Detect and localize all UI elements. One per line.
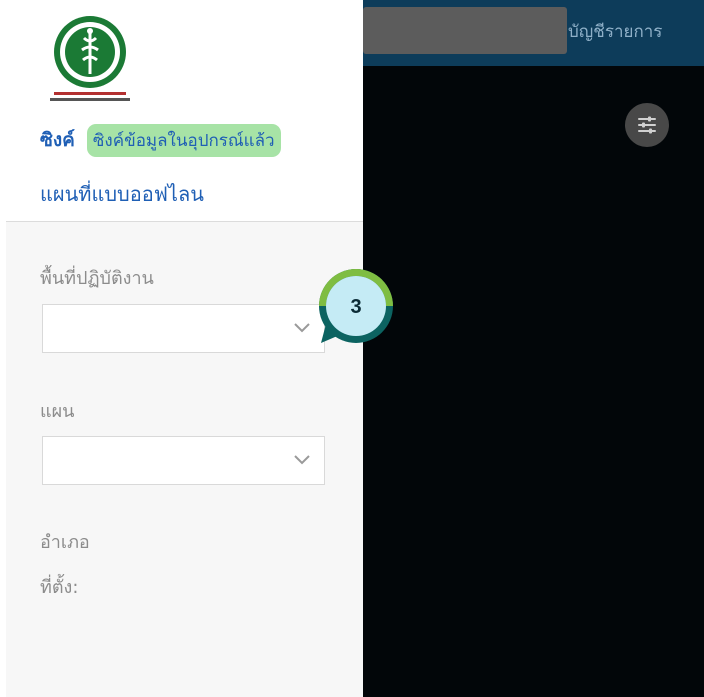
account-list-link[interactable]: บัญชีรายการ — [568, 18, 662, 45]
navigation-drawer: ซิงค์ ซิงค์ข้อมูลในอุปกรณ์แล้ว แผนที่แบบ… — [6, 0, 363, 697]
tutorial-step-bubble[interactable]: 3 — [318, 268, 394, 344]
app-root: บัญชีรายการ ซิงค์ ซิงค์ข้อมูลในอุปกรณ์แล… — [0, 0, 704, 697]
map-overlay — [363, 66, 704, 697]
district-label: อำเภอ — [40, 532, 90, 553]
area-label: พื้นที่ปฏิบัติงาน — [40, 268, 154, 289]
filter-button[interactable] — [625, 103, 669, 147]
drawer-header: ซิงค์ ซิงค์ข้อมูลในอุปกรณ์แล้ว แผนที่แบบ… — [6, 0, 363, 222]
search-input[interactable] — [363, 7, 567, 54]
ministry-logo-icon — [50, 16, 130, 101]
chevron-down-icon — [294, 323, 310, 333]
plan-label: แผน — [40, 401, 75, 422]
tutorial-step-number: 3 — [350, 296, 361, 318]
sync-status-badge: ซิงค์ข้อมูลในอุปกรณ์แล้ว — [86, 123, 281, 157]
sync-link[interactable]: ซิงค์ — [40, 125, 75, 155]
location-label: ที่ตั้ง: — [40, 577, 79, 598]
area-select[interactable] — [42, 304, 325, 353]
chevron-down-icon — [294, 455, 310, 465]
plan-select[interactable] — [42, 436, 325, 485]
sync-row: ซิงค์ ซิงค์ข้อมูลในอุปกรณ์แล้ว — [40, 123, 281, 157]
filter-sliders-icon — [638, 116, 656, 134]
offline-map-link[interactable]: แผนที่แบบออฟไลน — [40, 178, 204, 210]
